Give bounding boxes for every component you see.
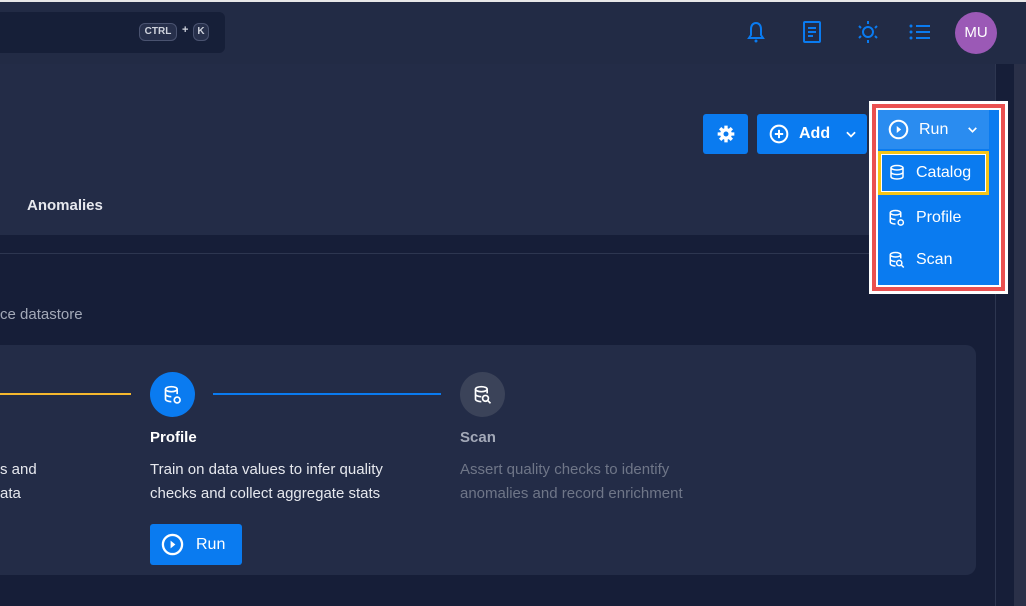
run-button[interactable]: Run	[878, 110, 989, 149]
desc-line: ata	[0, 485, 21, 502]
database-search-icon	[889, 251, 905, 269]
desc-line: s and	[0, 461, 37, 478]
avatar[interactable]: MU	[955, 12, 997, 54]
step-profile-title: Profile	[150, 429, 197, 446]
database-eye-icon	[164, 385, 181, 404]
settings-button[interactable]	[703, 114, 748, 154]
menu-item-profile[interactable]: Profile	[878, 196, 989, 240]
divider	[0, 253, 995, 254]
step-profile-icon	[150, 372, 195, 417]
profile-run-button[interactable]: Run	[150, 524, 242, 565]
list-icon[interactable]	[908, 20, 932, 44]
scrollbar[interactable]	[1014, 64, 1026, 606]
tab-anomalies[interactable]: Anomalies	[27, 197, 103, 214]
theme-icon[interactable]	[856, 20, 880, 44]
step-scan-desc: Assert quality checks to identify anomal…	[460, 461, 683, 502]
step-scan-title: Scan	[460, 429, 496, 446]
top-bar: CTRL + K MU	[0, 2, 1026, 64]
menu-item-label: Catalog	[916, 164, 972, 181]
run-label: Run	[919, 120, 949, 138]
database-eye-icon	[889, 209, 905, 226]
search-input[interactable]: CTRL + K	[0, 12, 225, 53]
document-icon[interactable]	[800, 20, 824, 44]
chevron-down-icon	[846, 131, 856, 138]
kbd-k: K	[193, 23, 209, 41]
add-label: Add	[799, 125, 831, 142]
database-icon	[890, 164, 904, 180]
menu-item-scan[interactable]: Scan	[878, 238, 989, 282]
add-button[interactable]: Add	[757, 114, 867, 154]
chevron-down-icon	[968, 127, 978, 133]
bell-icon[interactable]	[744, 20, 768, 44]
play-circle-icon	[161, 533, 184, 556]
menu-item-label: Profile	[916, 209, 962, 226]
kbd-plus: +	[182, 24, 189, 36]
kbd-ctrl: CTRL	[139, 23, 177, 41]
run-dropdown-highlight: Run Catalog Profile Scan	[869, 101, 1008, 294]
run-label: Run	[196, 535, 226, 553]
database-search-icon	[474, 385, 491, 404]
step-profile-desc: Train on data values to infer quality ch…	[150, 461, 383, 502]
subtitle: ce datastore	[0, 306, 83, 323]
run-dropdown: Run Catalog Profile Scan	[878, 110, 999, 285]
menu-item-catalog[interactable]: Catalog	[878, 151, 989, 195]
menu-item-label: Scan	[916, 251, 953, 268]
step-connector-active	[213, 393, 441, 395]
step-scan-icon	[460, 372, 505, 417]
play-circle-icon	[888, 119, 909, 140]
gear-icon	[717, 125, 734, 143]
step-connector-complete	[0, 393, 131, 395]
plus-circle-icon	[769, 124, 789, 144]
